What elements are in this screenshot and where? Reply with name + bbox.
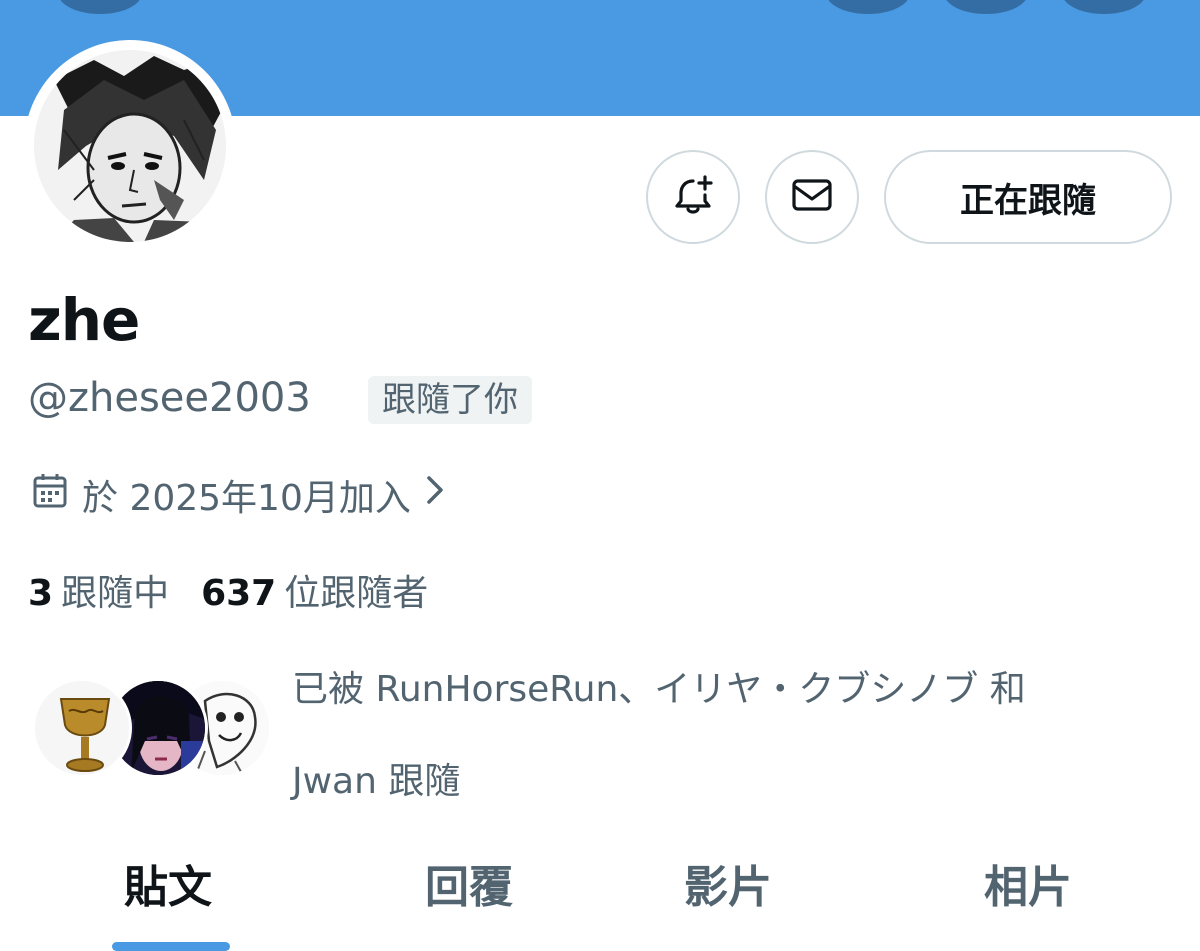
mutual-followers-line-2: Jwan 跟隨 [292,761,461,802]
more-button[interactable] [1062,0,1146,14]
following-link[interactable]: 3 跟隨中 [28,566,169,622]
handle: @zhesee2003 [28,375,311,421]
envelope-icon [790,173,834,221]
following-label: 跟隨中 [61,573,170,614]
followers-label: 位跟隨者 [284,573,429,614]
followers-link[interactable]: 637 位跟隨者 [201,566,428,622]
mutual-avatar-1 [32,678,132,778]
back-button[interactable] [58,0,142,14]
grok-button[interactable] [826,0,910,14]
following-count: 3 [28,573,54,614]
active-tab-indicator [112,942,230,951]
avatar[interactable] [24,40,236,252]
follows-you-badge: 跟隨了你 [368,376,532,424]
profile-tabs: 貼文 回覆 影片 相片 [0,848,1200,951]
mutual-followers-line-1: 已被 RunHorseRun、イリヤ・クブシノブ 和 [292,669,1026,710]
message-button[interactable] [765,150,859,244]
followers-count: 637 [201,573,277,614]
following-button[interactable]: 正在跟隨 [884,150,1172,244]
tab-videos[interactable]: 影片 [684,848,772,928]
joined-date[interactable]: 於 2025年10月加入 [30,470,447,527]
follow-stats: 3 跟隨中 637 位跟隨者 [28,566,428,622]
tab-posts[interactable]: 貼文 [124,848,212,928]
bell-plus-icon [671,173,715,221]
search-button[interactable] [944,0,1028,14]
display-name: zhe [28,286,140,354]
joined-label: 於 2025年10月加入 [82,477,411,519]
chevron-right-icon [423,470,447,527]
calendar-icon [30,470,70,527]
avatar-image [34,50,226,242]
tab-replies[interactable]: 回覆 [425,848,513,928]
tab-photos[interactable]: 相片 [984,848,1072,928]
mutual-follower-avatars[interactable] [32,678,272,778]
notify-button[interactable] [646,150,740,244]
mutual-followers-text[interactable]: 已被 RunHorseRun、イリヤ・クブシノブ 和 Jwan 跟隨 [292,644,1172,828]
